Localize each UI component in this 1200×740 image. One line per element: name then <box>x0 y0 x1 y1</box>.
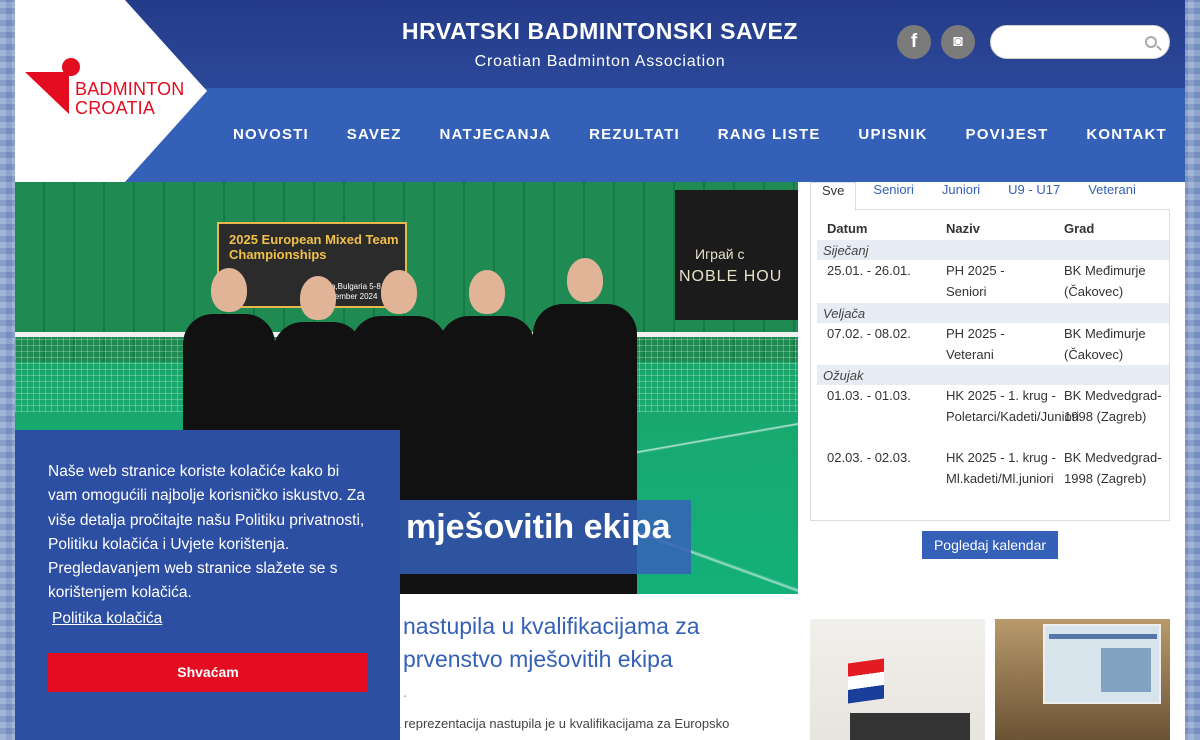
player-head <box>567 258 603 302</box>
screen-bar <box>1049 634 1157 639</box>
tab-sve[interactable]: Sve <box>810 182 857 211</box>
cookie-policy-link[interactable]: Politika kolačića <box>52 610 162 628</box>
nav-item-novosti[interactable]: NOVOSTI <box>233 126 309 146</box>
tab-seniori[interactable]: Seniori <box>862 182 924 210</box>
nav-item-kontakt[interactable]: KONTAKT <box>1086 126 1167 146</box>
page: BADMINTON CROATIA HRVATSKI BADMINTONSKI … <box>15 0 1185 740</box>
event-name[interactable]: PH 2025 - Seniori <box>946 260 1046 302</box>
cookie-accept-button[interactable]: Shvaćam <box>48 653 368 692</box>
main-nav: NOVOSTI SAVEZ NATJECANJA REZULTATI RANG … <box>233 126 1185 146</box>
event-city: BK Medvedgrad-1998 (Zagreb) <box>1064 388 1162 424</box>
article-title[interactable]: nastupila u kvalifikacijama za prvenstvo… <box>403 610 803 676</box>
event-name[interactable]: HK 2025 - 1. krug - Ml.kadeti/Ml.juniori <box>946 447 1058 489</box>
article-date: . <box>403 684 407 700</box>
logo-line-2: CROATIA <box>75 98 156 118</box>
event-date: 02.03. - 02.03. <box>827 450 911 465</box>
nav-item-upisnik[interactable]: UPISNIK <box>858 126 927 146</box>
logo-shuttle-icon <box>62 58 80 76</box>
croatia-flag <box>848 658 884 704</box>
player-head <box>211 268 247 312</box>
event-date: 01.03. - 01.03. <box>827 388 911 403</box>
sponsor-banner: Играй с NOBLE HOU <box>675 190 798 320</box>
logo-line-1: BADMINTON <box>75 79 185 99</box>
event-city: BK Medvedgrad-1998 (Zagreb) <box>1064 450 1162 486</box>
month-row: Veljača <box>817 303 1169 323</box>
event-date: 07.02. - 08.02. <box>827 326 911 341</box>
month-row: Ožujak <box>817 365 1169 385</box>
column-header-city: Grad <box>1064 221 1095 236</box>
nav-item-savez[interactable]: SAVEZ <box>347 126 402 146</box>
instagram-icon[interactable]: ◙ <box>941 25 975 59</box>
nav-item-rezultati[interactable]: REZULTATI <box>589 126 680 146</box>
column-header-date: Datum <box>827 221 868 236</box>
player-head <box>300 276 336 320</box>
event-city: BK Međimurje (Čakovec) <box>1064 326 1146 362</box>
sponsor-line-1: Играй с <box>695 246 745 262</box>
tab-u9-u17[interactable]: U9 - U17 <box>997 182 1071 210</box>
nav-item-povijest[interactable]: POVIJEST <box>966 126 1049 146</box>
event-name[interactable]: PH 2025 - Veterani <box>946 323 1046 365</box>
logo-triangle-icon <box>25 72 69 114</box>
event-city: BK Međimurje (Čakovec) <box>1064 263 1146 299</box>
calendar-table: Datum Naziv Grad Siječanj 25.01. - 26.01… <box>810 209 1170 521</box>
calendar-widget: Sve Seniori Juniori U9 - U17 Veterani Da… <box>810 182 1170 522</box>
podium <box>850 713 970 740</box>
projection-screen <box>1043 624 1161 704</box>
hero-caption[interactable]: mješovitih ekipa <box>400 500 691 574</box>
event-name[interactable]: HK 2025 - 1. krug - Poletarci/Kadeti/Jun… <box>946 385 1079 427</box>
player-head <box>381 270 417 314</box>
screen-image <box>1101 648 1151 692</box>
gallery-photo[interactable] <box>810 619 985 740</box>
search-input[interactable] <box>1003 32 1143 54</box>
month-row: Siječanj <box>817 240 1169 260</box>
view-calendar-button[interactable]: Pogledaj kalendar <box>922 531 1058 559</box>
event-date: 25.01. - 26.01. <box>827 263 911 278</box>
gallery-photo[interactable] <box>995 619 1170 740</box>
calendar-tabs: Sve Seniori Juniori U9 - U17 Veterani <box>810 182 1170 211</box>
nav-item-rang-liste[interactable]: RANG LISTE <box>718 126 821 146</box>
cookie-message: Naše web stranice koriste kolačiće kako … <box>48 463 366 602</box>
search-icon[interactable] <box>1145 36 1157 48</box>
player-head <box>469 270 505 314</box>
nav-item-natjecanja[interactable]: NATJECANJA <box>440 126 552 146</box>
tab-veterani[interactable]: Veterani <box>1077 182 1147 210</box>
site-title: HRVATSKI BADMINTONSKI SAVEZ <box>401 18 799 44</box>
tab-juniori[interactable]: Juniori <box>931 182 991 210</box>
sponsor-line-2: NOBLE HOU <box>679 268 783 285</box>
search-box <box>990 25 1170 59</box>
facebook-icon[interactable]: f <box>897 25 931 59</box>
banner-title: 2025 European Mixed Team Championships <box>229 232 399 262</box>
logo-text: BADMINTON CROATIA <box>75 80 184 118</box>
cookie-consent-banner: Naše web stranice koriste kolačiće kako … <box>15 430 400 740</box>
site-subtitle: Croatian Badminton Association <box>474 53 726 70</box>
column-header-name: Naziv <box>946 221 980 236</box>
